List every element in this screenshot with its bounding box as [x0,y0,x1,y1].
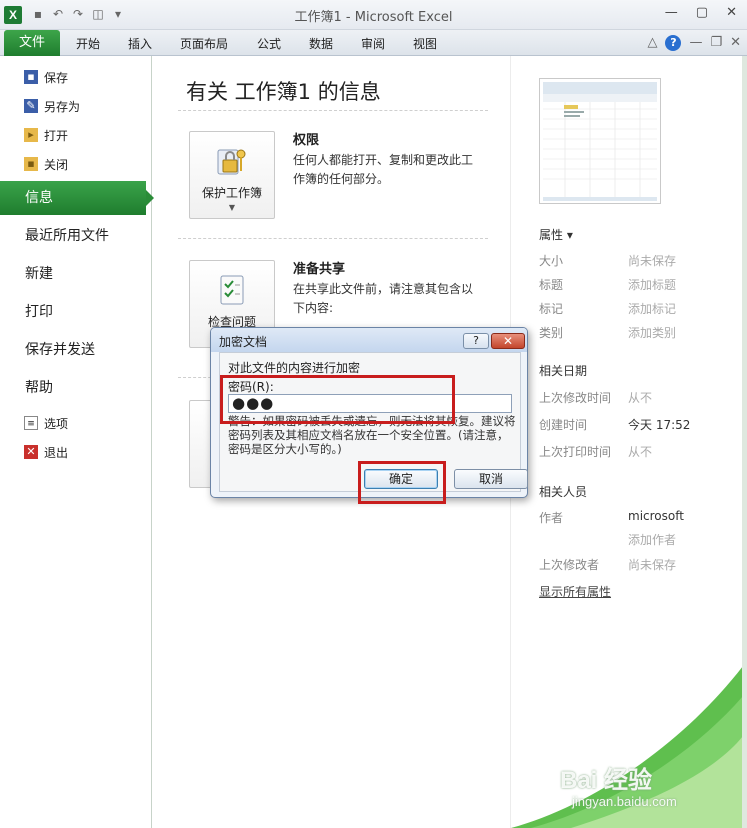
nav-options-label: 选项 [44,416,69,431]
backstage-nav: ▪ 保存 ✎ 另存为 ▸ 打开 ▪ 关闭 信息 最近所用文件 新建 打印 保存并… [0,56,154,828]
doc-minimize-icon[interactable]: — [689,35,702,51]
nav-save[interactable]: ▪ 保存 [24,67,68,87]
ribbon-controls: △ ? — ❐ ✕ [647,35,741,51]
author-value: microsoft [628,509,684,523]
dialog-title: 加密文档 [219,335,268,349]
date-label-printed: 上次打印时间 [539,445,612,459]
date-value-printed: 从不 [628,445,653,459]
save-as-icon: ✎ [24,99,38,113]
nav-options[interactable]: ≡ 选项 [24,413,68,433]
divider [178,110,488,111]
nav-close-label: 关闭 [44,157,69,172]
ok-highlight-box [358,461,446,504]
author-label: 作者 [539,511,564,525]
date-label-modified: 上次修改时间 [539,391,612,405]
dialog-title-bar[interactable]: 加密文档 ? ✕ [211,328,527,352]
maximize-icon[interactable]: ▢ [696,5,708,20]
title-bar: X ▪ ↶ ↷ ◫ ▾ 工作簿1 - Microsoft Excel — ▢ ✕ [0,0,747,30]
show-all-properties-link[interactable]: 显示所有属性 [539,583,611,600]
prop-label-tags: 标记 [539,302,564,316]
minimize-icon[interactable]: — [665,5,678,20]
properties-header[interactable]: 属性 ▾ [539,226,573,243]
tab-insert[interactable]: 插入 [128,35,152,52]
tab-page-layout[interactable]: 页面布局 [180,35,228,52]
prop-value-category[interactable]: 添加类别 [628,324,676,341]
tab-home[interactable]: 开始 [76,35,100,52]
collapse-ribbon-icon[interactable]: △ [647,35,657,51]
protect-workbook-button[interactable]: 保护工作簿 ▼ [189,131,275,219]
nav-new[interactable]: 新建 [0,257,152,291]
nav-save-label: 保存 [44,70,69,85]
baidu-watermark: Bai 经验 [560,767,653,794]
nav-save-send[interactable]: 保存并发送 [0,333,152,367]
dialog-close-button[interactable]: ✕ [491,333,525,349]
tab-view[interactable]: 视图 [413,35,437,52]
cancel-button[interactable]: 取消 [454,469,528,489]
nav-exit-label: 退出 [44,445,69,460]
share-text: 在共享此文件前，请注意其包含以下内容: [293,282,474,315]
permissions-heading: 权限 [293,133,320,148]
folder-open-icon: ▸ [24,128,38,142]
prop-value-size: 尚未保存 [628,254,677,268]
modified-by-value: 尚未保存 [628,558,677,572]
divider [178,238,488,239]
nav-open-label: 打开 [44,128,69,143]
properties-panel: 属性 ▾ 大小 尚未保存 标题 添加标题 标记 添加标记 类别 添加类别 相关日… [510,56,743,828]
close-icon[interactable]: ✕ [726,5,737,20]
dialog-help-button[interactable]: ? [463,333,489,349]
modified-by-label: 上次修改者 [539,558,600,572]
window-title: 工作簿1 - Microsoft Excel [294,10,453,25]
options-icon: ≡ [24,416,38,430]
tab-review[interactable]: 审阅 [361,35,385,52]
help-icon[interactable]: ? [665,35,682,51]
tab-data[interactable]: 数据 [309,35,333,52]
prop-value-tags[interactable]: 添加标记 [628,300,676,317]
date-value-modified: 从不 [628,391,653,405]
prop-label-title: 标题 [539,278,564,292]
exit-icon: ✕ [24,445,38,459]
prop-label-category: 类别 [539,326,564,340]
nav-help[interactable]: 帮助 [0,371,152,405]
add-author-link[interactable]: 添加作者 [628,531,676,548]
nav-info[interactable]: 信息 [0,181,154,215]
share-heading: 准备共享 [293,262,346,277]
baidu-watermark-url: jingyan.baidu.com [572,794,677,809]
nav-save-as[interactable]: ✎ 另存为 [24,96,80,116]
ribbon-tabs: 文件 开始 插入 页面布局 公式 数据 审阅 视图 △ ? — ❐ ✕ [0,30,747,56]
dialog-intro: 对此文件的内容进行加密 [228,361,361,375]
password-highlight-box [220,375,455,424]
dates-header: 相关日期 [539,364,588,378]
date-label-created: 创建时间 [539,418,588,432]
workbook-thumbnail [539,78,661,204]
nav-save-as-label: 另存为 [44,99,81,114]
tab-formulas[interactable]: 公式 [257,35,281,52]
save-icon: ▪ [24,70,38,84]
nav-print[interactable]: 打印 [0,295,152,329]
dropdown-arrow-icon: ▼ [228,203,236,212]
nav-open[interactable]: ▸ 打开 [24,125,68,145]
prop-value-title[interactable]: 添加标题 [628,276,676,293]
doc-restore-icon[interactable]: ❐ [710,35,722,51]
doc-close-icon[interactable]: ✕ [730,35,741,51]
permissions-text: 任何人都能打开、复制和更改此工作簿的任何部分。 [293,153,474,186]
nav-close[interactable]: ▪ 关闭 [24,154,68,174]
window-controls: — ▢ ✕ [665,5,737,20]
nav-recent[interactable]: 最近所用文件 [0,219,152,253]
prop-label-size: 大小 [539,254,564,268]
people-header: 相关人员 [539,485,588,499]
key-lock-icon [215,144,249,178]
nav-exit[interactable]: ✕ 退出 [24,442,68,462]
page-title: 有关 工作簿1 的信息 [186,80,381,104]
folder-close-icon: ▪ [24,157,38,171]
checklist-icon [215,273,249,307]
window-edge [742,56,747,828]
tab-file[interactable]: 文件 [4,30,60,56]
protect-workbook-label: 保护工作簿 [201,186,262,200]
date-value-created: 今天 17:52 [628,418,691,432]
